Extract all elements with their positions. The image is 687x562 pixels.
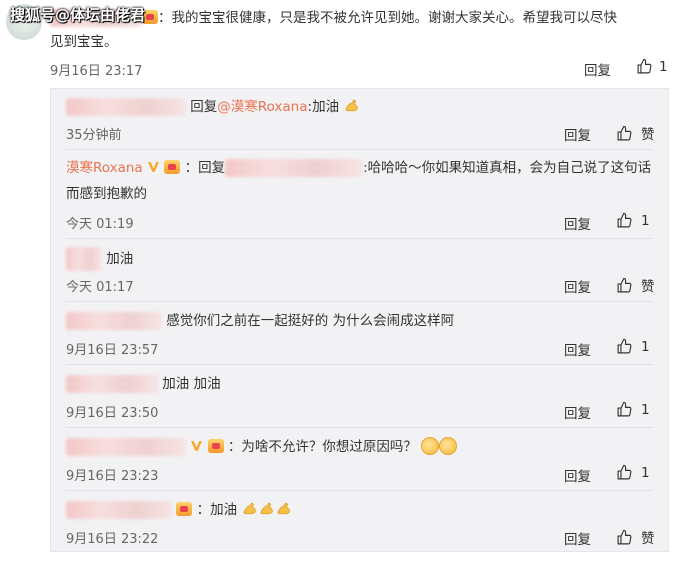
like-count: 1 bbox=[641, 338, 650, 355]
divider bbox=[66, 301, 653, 302]
mention-link[interactable]: @漠寒Roxana bbox=[217, 99, 307, 115]
reply-text: ：加油 bbox=[66, 497, 292, 523]
reply-button[interactable]: 回复 bbox=[564, 339, 591, 359]
main-text-line2: 见到宝宝。 bbox=[50, 34, 118, 50]
reply-button[interactable]: 回复 bbox=[584, 59, 611, 79]
reply-text: 回复@漠寒Roxana:加油 bbox=[66, 94, 360, 120]
thumbs-up-icon bbox=[617, 277, 632, 292]
thumbs-up-icon bbox=[617, 212, 632, 228]
timestamp: 今天 01:17 bbox=[66, 280, 134, 295]
flexed-biceps-icon bbox=[345, 99, 359, 112]
main-text-line1: 我的宝宝很健康，只是我不被允许见到她。谢谢大家关心。希望我可以尽快 bbox=[171, 10, 618, 26]
blurred-username[interactable] bbox=[225, 159, 364, 177]
flexed-biceps-icon bbox=[260, 502, 274, 515]
blurred-avatar[interactable] bbox=[66, 247, 102, 271]
thinking-face-icon bbox=[439, 437, 458, 455]
reply-text: 漠寒Roxana ：回复:哈哈哈～你如果知道真相，会为自己说了这句话而感到抱歉的 bbox=[66, 159, 652, 202]
divider bbox=[66, 149, 653, 150]
reply-button[interactable]: 回复 bbox=[564, 124, 591, 144]
reply-text: 加油 加油 bbox=[66, 371, 221, 397]
reply-button[interactable]: 回复 bbox=[564, 465, 591, 485]
flexed-biceps-icon bbox=[277, 502, 291, 515]
reply-text: 加油 bbox=[66, 246, 133, 272]
verified-icon bbox=[148, 162, 159, 172]
like-button[interactable]: 1 bbox=[616, 338, 650, 355]
reply-username[interactable]: 漠寒Roxana bbox=[66, 160, 143, 176]
reply-button[interactable]: 回复 bbox=[564, 402, 591, 422]
like-button[interactable]: 赞 bbox=[616, 275, 655, 295]
like-label: 赞 bbox=[641, 531, 655, 547]
reply-button[interactable]: 回复 bbox=[564, 528, 591, 548]
thumbs-up-icon bbox=[617, 464, 632, 480]
timestamp: 9月16日 23:17 bbox=[50, 64, 143, 79]
thumbs-up-icon bbox=[617, 338, 632, 354]
timestamp: 9月16日 23:23 bbox=[66, 469, 159, 484]
like-button[interactable]: 1 bbox=[616, 212, 650, 229]
timestamp: 9月16日 23:57 bbox=[66, 343, 159, 358]
member-badge-icon bbox=[207, 439, 224, 453]
blurred-username[interactable] bbox=[66, 501, 172, 519]
like-count: 1 bbox=[641, 401, 650, 418]
thinking-face-icon bbox=[421, 437, 440, 455]
thumbs-up-icon bbox=[617, 401, 632, 417]
like-count: 1 bbox=[641, 212, 650, 229]
replies-panel: 回复@漠寒Roxana:加油 35分钟前 回复 赞 漠寒Roxana ：回复:哈… bbox=[50, 88, 669, 552]
reply-text: ：为啥不允许？你想过原因吗？ bbox=[66, 434, 458, 460]
like-button[interactable]: 1 bbox=[636, 58, 668, 75]
member-badge-icon bbox=[164, 160, 181, 174]
member-badge-icon bbox=[176, 502, 193, 516]
reply-text: 感觉你们之前在一起挺好的 为什么会闹成这样阿 bbox=[66, 308, 454, 334]
timestamp: 今天 01:19 bbox=[66, 217, 134, 232]
divider bbox=[66, 427, 653, 428]
verified-icon bbox=[191, 441, 203, 451]
reply-button[interactable]: 回复 bbox=[564, 276, 591, 296]
timestamp: 35分钟前 bbox=[66, 128, 122, 143]
like-button[interactable]: 1 bbox=[616, 401, 650, 418]
reply-button[interactable]: 回复 bbox=[564, 213, 591, 233]
blurred-username[interactable] bbox=[66, 98, 186, 116]
flexed-biceps-icon bbox=[243, 502, 257, 515]
blurred-username[interactable] bbox=[66, 438, 186, 456]
like-count: 1 bbox=[659, 58, 668, 75]
divider bbox=[66, 364, 653, 365]
divider bbox=[66, 238, 653, 239]
like-button[interactable]: 赞 bbox=[616, 123, 655, 143]
thumbs-up-icon bbox=[617, 125, 632, 140]
timestamp: 9月16日 23:50 bbox=[66, 406, 159, 421]
like-button[interactable]: 赞 bbox=[616, 527, 655, 547]
blurred-username[interactable] bbox=[66, 312, 162, 330]
main-comment-footer: 9月16日 23:17 回复 1 bbox=[50, 58, 670, 80]
thumbs-up-icon bbox=[637, 58, 652, 74]
thumbs-up-icon bbox=[617, 529, 632, 544]
like-count: 1 bbox=[641, 464, 650, 481]
like-label: 赞 bbox=[641, 279, 655, 295]
like-label: 赞 bbox=[641, 127, 655, 143]
timestamp: 9月16日 23:22 bbox=[66, 532, 159, 547]
watermark: 搜狐号@体坛由佬君 bbox=[10, 6, 146, 24]
blurred-username[interactable] bbox=[66, 375, 158, 393]
like-button[interactable]: 1 bbox=[616, 464, 650, 481]
divider bbox=[66, 490, 653, 491]
